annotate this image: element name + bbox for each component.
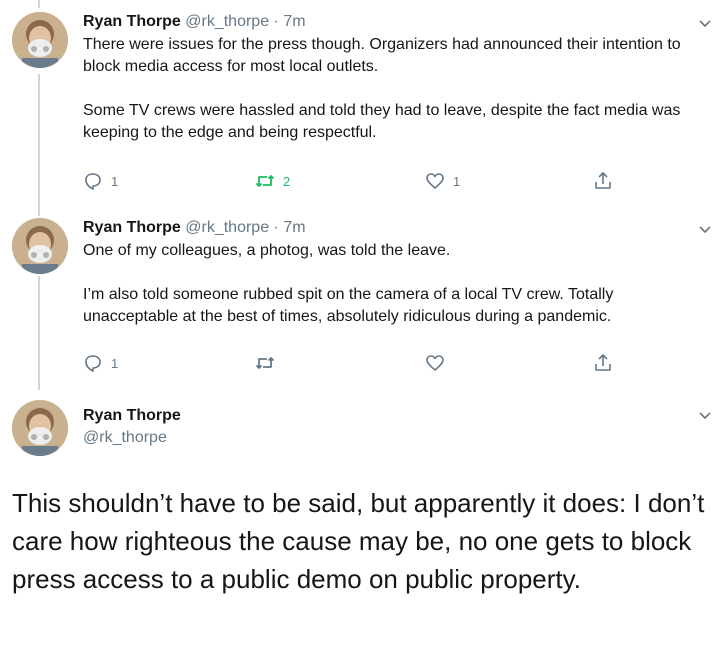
author-handle[interactable]: @rk_thorpe	[185, 13, 269, 30]
share-icon	[593, 171, 613, 191]
tweet-paragraph: There were issues for the press though. …	[83, 36, 681, 75]
tweet-actions: 1 2 1	[83, 170, 623, 192]
tweet-paragraph: I’m also told someone rubbed spit on the…	[83, 286, 614, 325]
retweet-icon	[255, 353, 275, 373]
avatar[interactable]	[12, 218, 68, 274]
retweet-button[interactable]	[255, 352, 283, 374]
chevron-down-icon[interactable]	[698, 222, 712, 236]
tweet[interactable]: Ryan Thorpe @rk_thorpe · 7m One of my co…	[83, 218, 712, 372]
main-tweet-header: Ryan Thorpe @rk_thorpe	[83, 405, 181, 449]
retweet-icon	[255, 171, 275, 191]
tweet-time[interactable]: · 7m	[274, 13, 306, 30]
author-name[interactable]: Ryan Thorpe	[83, 13, 181, 30]
main-tweet-text: This shouldn’t have to be said, but appa…	[12, 488, 705, 594]
tweet-text: There were issues for the press though. …	[83, 34, 712, 144]
like-count: 1	[453, 173, 461, 189]
reply-icon	[83, 171, 103, 191]
tweet-actions: 1	[83, 352, 623, 374]
author-name[interactable]: Ryan Thorpe	[83, 219, 181, 236]
retweet-button[interactable]: 2	[255, 170, 290, 192]
thread-line	[38, 74, 40, 216]
tweet[interactable]: Ryan Thorpe @rk_thorpe · 7m There were i…	[83, 12, 712, 190]
like-button[interactable]: 1	[425, 170, 460, 192]
tweet-header: Ryan Thorpe @rk_thorpe · 7m	[83, 218, 712, 238]
share-button[interactable]	[593, 352, 613, 374]
thread-line	[38, 0, 40, 8]
chevron-down-icon[interactable]	[698, 408, 712, 422]
share-button[interactable]	[593, 170, 613, 192]
tweet-time[interactable]: · 7m	[274, 219, 306, 236]
avatar[interactable]	[12, 400, 68, 456]
reply-icon	[83, 353, 103, 373]
author-handle[interactable]: @rk_thorpe	[185, 219, 269, 236]
share-icon	[593, 353, 613, 373]
author-handle[interactable]: @rk_thorpe	[83, 427, 181, 449]
reply-count: 1	[111, 355, 119, 371]
avatar[interactable]	[12, 12, 68, 68]
tweet-paragraph: Some TV crews were hassled and told they…	[83, 102, 681, 141]
reply-button[interactable]: 1	[83, 352, 118, 374]
heart-icon	[425, 353, 445, 373]
reply-count: 1	[111, 173, 119, 189]
thread-line	[38, 276, 40, 390]
reply-button[interactable]: 1	[83, 170, 118, 192]
tweet-text: One of my colleagues, a photog, was told…	[83, 240, 712, 328]
tweet-paragraph: One of my colleagues, a photog, was told…	[83, 242, 451, 259]
author-name[interactable]: Ryan Thorpe	[83, 405, 181, 427]
like-button[interactable]	[425, 352, 453, 374]
tweet-header: Ryan Thorpe @rk_thorpe · 7m	[83, 12, 712, 32]
heart-icon	[425, 171, 445, 191]
retweet-count: 2	[283, 173, 291, 189]
chevron-down-icon[interactable]	[698, 16, 712, 30]
